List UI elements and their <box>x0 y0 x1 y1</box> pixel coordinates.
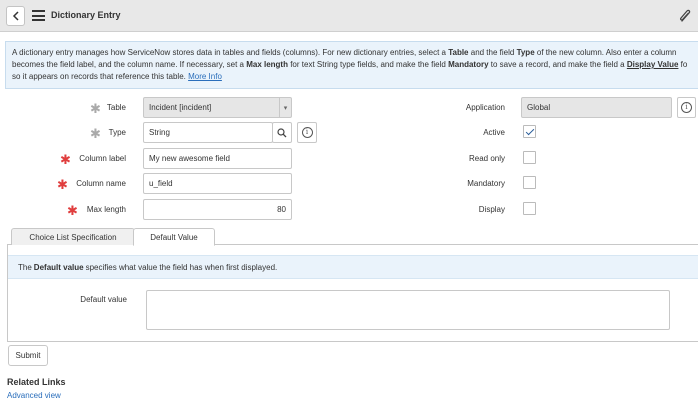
type-input[interactable]: String <box>143 122 273 143</box>
application-info-button[interactable]: i <box>677 97 696 118</box>
read-only-checkbox[interactable] <box>523 151 536 164</box>
active-label: Active <box>483 128 505 137</box>
info-icon: i <box>681 102 692 113</box>
default-value-info: The Default value specifies what value t… <box>8 255 698 279</box>
max-length-input[interactable]: 80 <box>143 199 292 220</box>
table-label: Table <box>106 103 126 112</box>
read-only-label: Read only <box>468 154 505 163</box>
display-label: Display <box>478 205 505 214</box>
column-label-label: Column label <box>79 154 126 163</box>
max-length-label: Max length <box>86 205 126 214</box>
more-info-link[interactable]: More Info <box>188 72 222 81</box>
default-value-label: Default value <box>80 295 127 304</box>
tab-choice-list-specification[interactable]: Choice List Specification <box>11 228 135 245</box>
info-icon: i <box>301 127 313 138</box>
tab-default-value[interactable]: Default Value <box>133 228 215 246</box>
application-label: Application <box>465 103 505 112</box>
type-label: Type <box>108 128 126 137</box>
search-icon <box>277 127 287 137</box>
active-checkbox[interactable] <box>523 125 536 138</box>
display-checkbox[interactable] <box>523 202 536 215</box>
chevron-down-icon: ▾ <box>279 98 291 117</box>
column-name-input[interactable]: u_field <box>143 173 292 194</box>
form-header: Dictionary Entry <box>0 0 698 32</box>
info-banner: A dictionary entry manages how ServiceNo… <box>5 41 698 89</box>
mandatory-label: Mandatory <box>467 179 505 188</box>
advanced-view-link[interactable]: Advanced view <box>7 391 61 400</box>
related-links-heading: Related Links <box>7 377 66 387</box>
page-title: Dictionary Entry <box>51 10 121 20</box>
submit-button[interactable]: Submit <box>8 345 48 366</box>
paperclip-icon[interactable] <box>678 8 692 24</box>
table-select[interactable]: Incident [incident] ▾ <box>143 97 292 118</box>
column-label-input[interactable]: My new awesome field <box>143 148 292 169</box>
type-lookup-button[interactable] <box>272 122 292 143</box>
chevron-left-icon <box>12 11 19 21</box>
column-name-label: Column name <box>76 179 126 188</box>
hamburger-icon[interactable] <box>32 10 45 21</box>
mandatory-checkbox[interactable] <box>523 176 536 189</box>
back-button[interactable] <box>6 6 25 26</box>
application-field: Global <box>521 97 672 118</box>
default-value-textarea[interactable] <box>146 290 670 330</box>
type-info-button[interactable]: i <box>297 122 317 143</box>
